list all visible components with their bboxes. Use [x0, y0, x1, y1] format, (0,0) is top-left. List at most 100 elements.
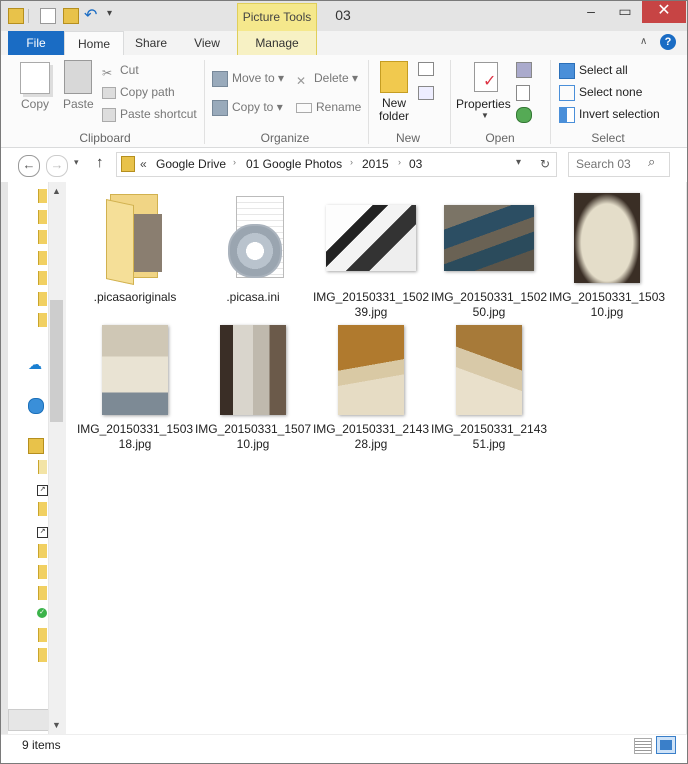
file-item[interactable]: .picasa.ini — [194, 192, 312, 305]
large-icons-view-icon[interactable] — [656, 736, 676, 754]
photo-thumbnail — [456, 325, 522, 415]
item-count: 9 items — [22, 738, 61, 752]
chevron-right-icon[interactable]: › — [233, 157, 236, 167]
thumbnail-wrap — [312, 192, 430, 284]
copy-to-icon — [212, 99, 228, 116]
select-none-button[interactable]: Select none — [559, 83, 642, 101]
new-folder-button[interactable]: New folder — [378, 97, 410, 123]
tree-folder-icon[interactable] — [38, 210, 47, 224]
rename-icon — [296, 102, 312, 113]
chevron-right-icon[interactable]: › — [350, 157, 353, 167]
breadcrumb-03[interactable]: 03 — [409, 157, 422, 171]
chevron-right-icon[interactable]: › — [398, 157, 401, 167]
shortcut-icon[interactable]: ↗ — [37, 527, 48, 538]
photo-thumbnail — [444, 205, 534, 271]
file-item[interactable]: IMG_20150331_150310.jpg — [548, 192, 666, 320]
tree-folder-icon[interactable] — [38, 460, 47, 474]
folder-icon — [121, 156, 135, 172]
gear-icon — [228, 224, 282, 278]
breadcrumb-google-drive[interactable]: Google Drive — [156, 157, 226, 171]
tree-folder-icon[interactable] — [38, 230, 47, 244]
tree-folder-icon[interactable] — [38, 271, 47, 285]
help-icon[interactable]: ? — [660, 34, 676, 50]
scrollbar-thumb[interactable] — [50, 300, 63, 422]
new-item-icon[interactable] — [418, 62, 434, 76]
network-icon[interactable] — [28, 398, 44, 414]
new-folder-icon — [380, 61, 408, 93]
minimize-button[interactable]: – — [574, 1, 608, 23]
minimize-ribbon-icon[interactable]: ∧ — [640, 36, 647, 47]
file-item[interactable]: IMG_20150331_150710.jpg — [194, 324, 312, 452]
tree-folder-icon[interactable] — [38, 502, 47, 516]
file-item[interactable]: IMG_20150331_150250.jpg — [430, 192, 548, 320]
onedrive-icon[interactable]: ☁ — [28, 356, 42, 373]
breadcrumb-2015[interactable]: 2015 — [362, 157, 389, 171]
file-item[interactable]: .picasaoriginals — [76, 192, 194, 305]
tab-view[interactable]: View — [180, 31, 234, 55]
paste-shortcut-button[interactable]: Paste shortcut — [102, 105, 197, 123]
copy-path-icon — [102, 86, 116, 99]
tree-folder-icon[interactable] — [38, 648, 47, 662]
recent-locations-icon[interactable]: ▾ — [74, 157, 79, 168]
delete-icon: ✕ — [296, 73, 307, 88]
tree-folder-icon[interactable] — [38, 565, 47, 579]
photo-thumbnail — [574, 193, 640, 283]
breadcrumb-overflow[interactable]: « — [140, 157, 147, 171]
tree-folder-icon[interactable] — [38, 586, 47, 600]
tree-folder-icon[interactable] — [38, 251, 47, 265]
history-icon[interactable] — [516, 107, 532, 123]
forward-button[interactable]: → — [46, 155, 68, 177]
up-button[interactable]: ↑ — [96, 154, 104, 171]
tree-folder-icon[interactable] — [38, 189, 47, 203]
details-view-icon[interactable] — [634, 738, 652, 754]
file-item[interactable]: IMG_20150331_150239.jpg — [312, 192, 430, 320]
search-input[interactable] — [574, 155, 648, 173]
move-to-button[interactable]: Move to ▾ — [212, 69, 284, 87]
file-item[interactable]: IMG_20150331_214328.jpg — [312, 324, 430, 452]
edit-icon[interactable] — [516, 85, 530, 101]
file-item[interactable]: IMG_20150331_150318.jpg — [76, 324, 194, 452]
rename-button[interactable]: Rename — [296, 98, 361, 116]
select-all-button[interactable]: Select all — [559, 61, 628, 79]
scroll-down-icon[interactable]: ▼ — [52, 720, 61, 730]
tree-folder-icon[interactable] — [38, 628, 47, 642]
organize-group-label: Organize — [260, 131, 310, 145]
homegroup-icon[interactable] — [28, 438, 44, 454]
tab-file[interactable]: File — [8, 31, 64, 55]
tree-folder-icon[interactable] — [38, 544, 47, 558]
maximize-button[interactable]: ▭ — [608, 1, 642, 23]
cut-button[interactable]: ✂ Cut — [102, 61, 139, 80]
tree-folder-icon[interactable] — [38, 292, 47, 306]
scroll-up-icon[interactable]: ▲ — [52, 186, 61, 196]
paste-shortcut-icon — [102, 107, 116, 122]
copy-to-button[interactable]: Copy to ▾ — [212, 98, 283, 116]
tab-home[interactable]: Home — [64, 31, 124, 57]
shortcut-icon[interactable]: ↗ — [37, 485, 48, 496]
file-name: IMG_20150331_150318.jpg — [76, 422, 194, 451]
easy-access-icon[interactable] — [418, 86, 434, 100]
open-group-label: Open — [485, 131, 515, 145]
address-dropdown-icon[interactable]: ▾ — [516, 157, 521, 168]
refresh-button[interactable]: ↻ — [534, 152, 557, 177]
chevron-down-icon[interactable]: ▼ — [481, 111, 489, 120]
back-button[interactable]: ← — [18, 155, 40, 177]
separator — [550, 60, 551, 144]
breadcrumb-google-photos[interactable]: 01 Google Photos — [246, 157, 342, 171]
vertical-scrollbar[interactable] — [48, 182, 66, 734]
tab-share[interactable]: Share — [124, 31, 178, 55]
close-button[interactable]: ✕ — [642, 1, 686, 23]
file-item[interactable]: IMG_20150331_214351.jpg — [430, 324, 548, 452]
copy-button[interactable]: Copy — [21, 97, 49, 111]
properties-button[interactable]: Properties — [456, 97, 511, 111]
refresh-icon: ↻ — [539, 157, 551, 171]
paste-button[interactable]: Paste — [63, 97, 94, 111]
select-none-icon — [559, 84, 575, 101]
tab-manage[interactable]: Manage — [237, 31, 317, 55]
delete-button[interactable]: ✕ Delete ▾ — [296, 69, 358, 88]
invert-selection-button[interactable]: Invert selection — [559, 105, 660, 123]
copy-path-button[interactable]: Copy path — [102, 83, 175, 101]
sync-ok-icon[interactable]: ✓ — [37, 608, 47, 618]
open-icon[interactable] — [516, 62, 532, 78]
tree-folder-icon[interactable] — [38, 313, 47, 327]
horizontal-scrollbar[interactable] — [8, 709, 50, 731]
